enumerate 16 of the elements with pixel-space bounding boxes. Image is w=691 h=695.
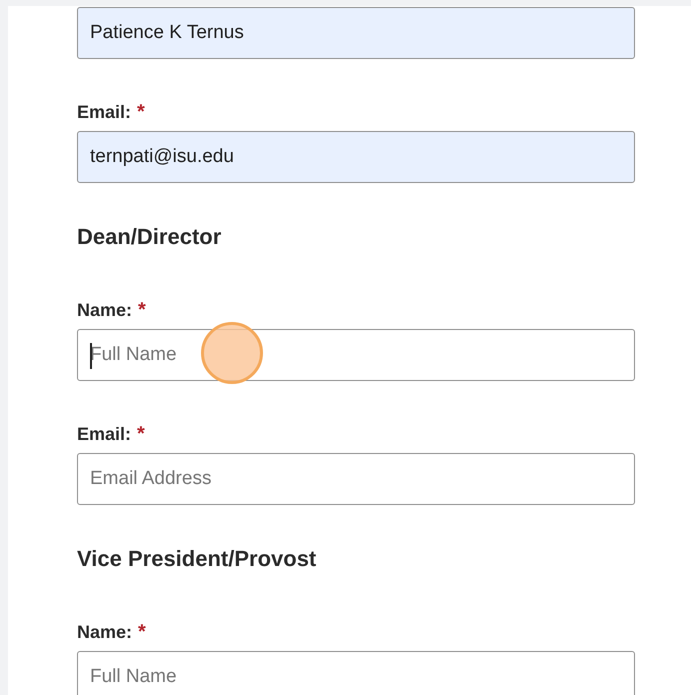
section-heading: Vice President/Provost: [77, 547, 318, 571]
input-field[interactable]: Email Address: [77, 453, 635, 505]
field-label: Email:: [77, 424, 132, 444]
required-mark: *: [138, 298, 146, 322]
field-label: Name:: [77, 300, 132, 320]
input-field[interactable]: Patience K Ternus: [77, 7, 635, 59]
required-mark: *: [137, 100, 145, 124]
section-heading: Dean/Director: [77, 225, 222, 249]
required-mark: *: [138, 620, 146, 644]
text-caret: [90, 343, 92, 369]
required-mark: *: [137, 422, 145, 446]
input-field[interactable]: ternpati@isu.edu: [77, 131, 635, 183]
input-field[interactable]: Full Name: [77, 329, 635, 381]
field-label: Name:: [77, 622, 132, 642]
field-label: Email:: [77, 102, 132, 122]
input-field[interactable]: Full Name: [77, 651, 635, 695]
